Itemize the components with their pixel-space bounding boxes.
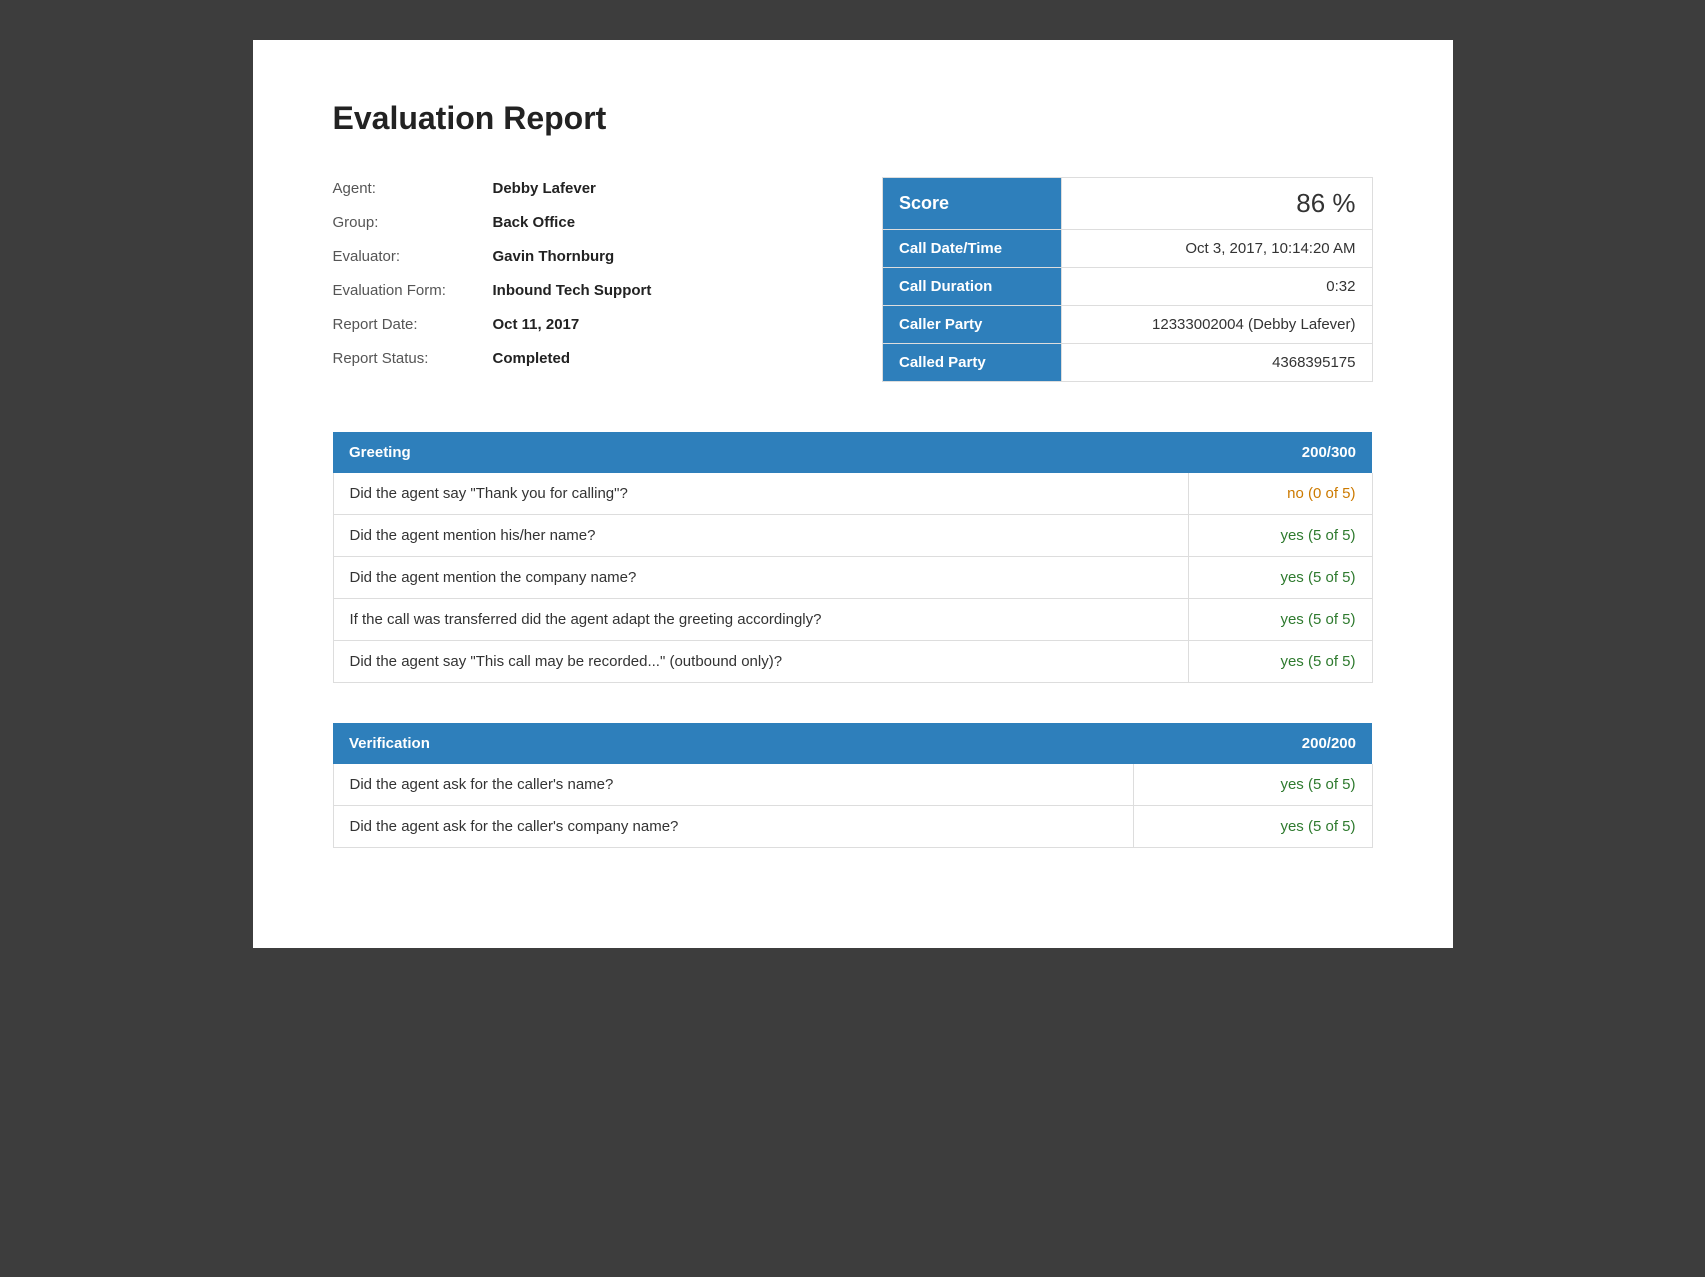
evaluator-row: Evaluator: Gavin Thornburg bbox=[333, 245, 823, 269]
agent-value: Debby Lafever bbox=[493, 177, 596, 201]
verification-header-score: 200/200 bbox=[1133, 723, 1372, 764]
greeting-header-row: Greeting 200/300 bbox=[333, 432, 1372, 473]
answer-cell: yes (5 of 5) bbox=[1133, 806, 1372, 848]
call-duration-row: Call Duration 0:32 bbox=[883, 268, 1373, 306]
score-table: Score 86 % Call Date/Time Oct 3, 2017, 1… bbox=[882, 177, 1373, 382]
report-date-row: Report Date: Oct 11, 2017 bbox=[333, 313, 823, 337]
call-duration-label: Call Duration bbox=[883, 268, 1062, 306]
call-datetime-label: Call Date/Time bbox=[883, 230, 1062, 268]
evaluator-value: Gavin Thornburg bbox=[493, 245, 615, 269]
question-cell: If the call was transferred did the agen… bbox=[333, 599, 1189, 641]
question-cell: Did the agent mention his/her name? bbox=[333, 515, 1189, 557]
answer-cell: yes (5 of 5) bbox=[1133, 764, 1372, 806]
table-row: Did the agent say "Thank you for calling… bbox=[333, 473, 1372, 515]
greeting-header-label: Greeting bbox=[333, 432, 1189, 473]
caller-party-row: Caller Party 12333002004 (Debby Lafever) bbox=[883, 306, 1373, 344]
agent-row: Agent: Debby Lafever bbox=[333, 177, 823, 201]
answer-cell: yes (5 of 5) bbox=[1189, 515, 1372, 557]
question-cell: Did the agent say "Thank you for calling… bbox=[333, 473, 1189, 515]
call-datetime-value: Oct 3, 2017, 10:14:20 AM bbox=[1061, 230, 1372, 268]
group-value: Back Office bbox=[493, 211, 576, 235]
question-cell: Did the agent mention the company name? bbox=[333, 557, 1189, 599]
page-container: Evaluation Report Agent: Debby Lafever G… bbox=[253, 40, 1453, 948]
group-label: Group: bbox=[333, 211, 493, 235]
group-row: Group: Back Office bbox=[333, 211, 823, 235]
agent-label: Agent: bbox=[333, 177, 493, 201]
question-cell: Did the agent say "This call may be reco… bbox=[333, 641, 1189, 683]
called-party-row: Called Party 4368395175 bbox=[883, 344, 1373, 382]
report-header: Agent: Debby Lafever Group: Back Office … bbox=[333, 177, 1373, 382]
report-status-label: Report Status: bbox=[333, 347, 493, 371]
answer-cell: yes (5 of 5) bbox=[1189, 557, 1372, 599]
agent-info: Agent: Debby Lafever Group: Back Office … bbox=[333, 177, 823, 382]
answer-cell: no (0 of 5) bbox=[1189, 473, 1372, 515]
evaluator-label: Evaluator: bbox=[333, 245, 493, 269]
verification-header-row: Verification 200/200 bbox=[333, 723, 1372, 764]
verification-header-label: Verification bbox=[333, 723, 1133, 764]
form-label: Evaluation Form: bbox=[333, 279, 493, 303]
answer-cell: yes (5 of 5) bbox=[1189, 599, 1372, 641]
page-title: Evaluation Report bbox=[333, 100, 1373, 137]
call-datetime-row: Call Date/Time Oct 3, 2017, 10:14:20 AM bbox=[883, 230, 1373, 268]
table-row: Did the agent say "This call may be reco… bbox=[333, 641, 1372, 683]
score-row: Score 86 % bbox=[883, 178, 1373, 230]
called-party-label: Called Party bbox=[883, 344, 1062, 382]
call-duration-value: 0:32 bbox=[1061, 268, 1372, 306]
table-row: Did the agent mention the company name?y… bbox=[333, 557, 1372, 599]
report-date-label: Report Date: bbox=[333, 313, 493, 337]
score-value: 86 % bbox=[1061, 178, 1372, 230]
table-row: Did the agent ask for the caller's name?… bbox=[333, 764, 1372, 806]
score-label: Score bbox=[883, 178, 1062, 230]
report-status-value: Completed bbox=[493, 347, 571, 371]
caller-party-value: 12333002004 (Debby Lafever) bbox=[1061, 306, 1372, 344]
form-value: Inbound Tech Support bbox=[493, 279, 652, 303]
table-row: Did the agent mention his/her name?yes (… bbox=[333, 515, 1372, 557]
table-row: If the call was transferred did the agen… bbox=[333, 599, 1372, 641]
table-row: Did the agent ask for the caller's compa… bbox=[333, 806, 1372, 848]
greeting-header-score: 200/300 bbox=[1189, 432, 1372, 473]
caller-party-label: Caller Party bbox=[883, 306, 1062, 344]
form-row: Evaluation Form: Inbound Tech Support bbox=[333, 279, 823, 303]
answer-cell: yes (5 of 5) bbox=[1189, 641, 1372, 683]
question-cell: Did the agent ask for the caller's name? bbox=[333, 764, 1133, 806]
report-date-value: Oct 11, 2017 bbox=[493, 313, 580, 337]
called-party-value: 4368395175 bbox=[1061, 344, 1372, 382]
question-cell: Did the agent ask for the caller's compa… bbox=[333, 806, 1133, 848]
verification-table: Verification 200/200 Did the agent ask f… bbox=[333, 723, 1373, 848]
greeting-table: Greeting 200/300 Did the agent say "Than… bbox=[333, 432, 1373, 683]
report-status-row: Report Status: Completed bbox=[333, 347, 823, 371]
